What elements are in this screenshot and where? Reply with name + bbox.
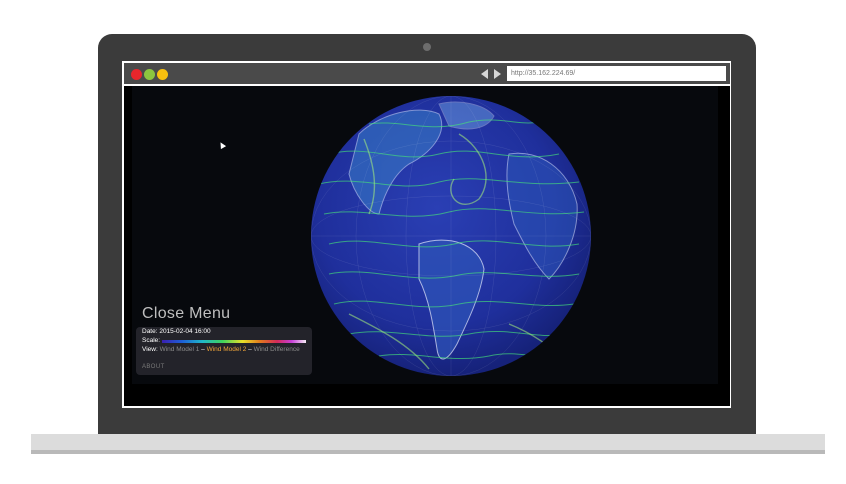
earth-globe[interactable] xyxy=(309,94,593,378)
window-minimize-button[interactable] xyxy=(144,69,155,80)
forward-arrow-icon[interactable] xyxy=(494,69,501,79)
view-label: View: xyxy=(142,346,160,353)
scale-label: Scale: xyxy=(142,337,161,344)
date-label: Date: 2015-02-04 16:00 xyxy=(142,328,211,335)
color-scale-bar xyxy=(162,340,306,343)
laptop-base-shadow xyxy=(31,450,825,454)
view-option-wind-difference[interactable]: Wind Difference xyxy=(254,346,300,353)
about-link[interactable]: ABOUT xyxy=(142,364,165,370)
back-arrow-icon[interactable] xyxy=(481,69,488,79)
webcam-icon xyxy=(423,43,431,51)
view-option-wind-model-1[interactable]: Wind Model 1 xyxy=(160,346,200,353)
address-bar[interactable]: http://35.162.224.69/ xyxy=(507,66,726,81)
view-option-wind-model-2[interactable]: Wind Model 2 xyxy=(207,346,247,353)
view-selector: View: Wind Model 1 – Wind Model 2 – Wind… xyxy=(142,346,300,353)
window-close-button[interactable] xyxy=(131,69,142,80)
window-maximize-button[interactable] xyxy=(157,69,168,80)
globe-svg xyxy=(311,96,591,376)
close-menu-button[interactable]: Close Menu xyxy=(142,305,230,323)
